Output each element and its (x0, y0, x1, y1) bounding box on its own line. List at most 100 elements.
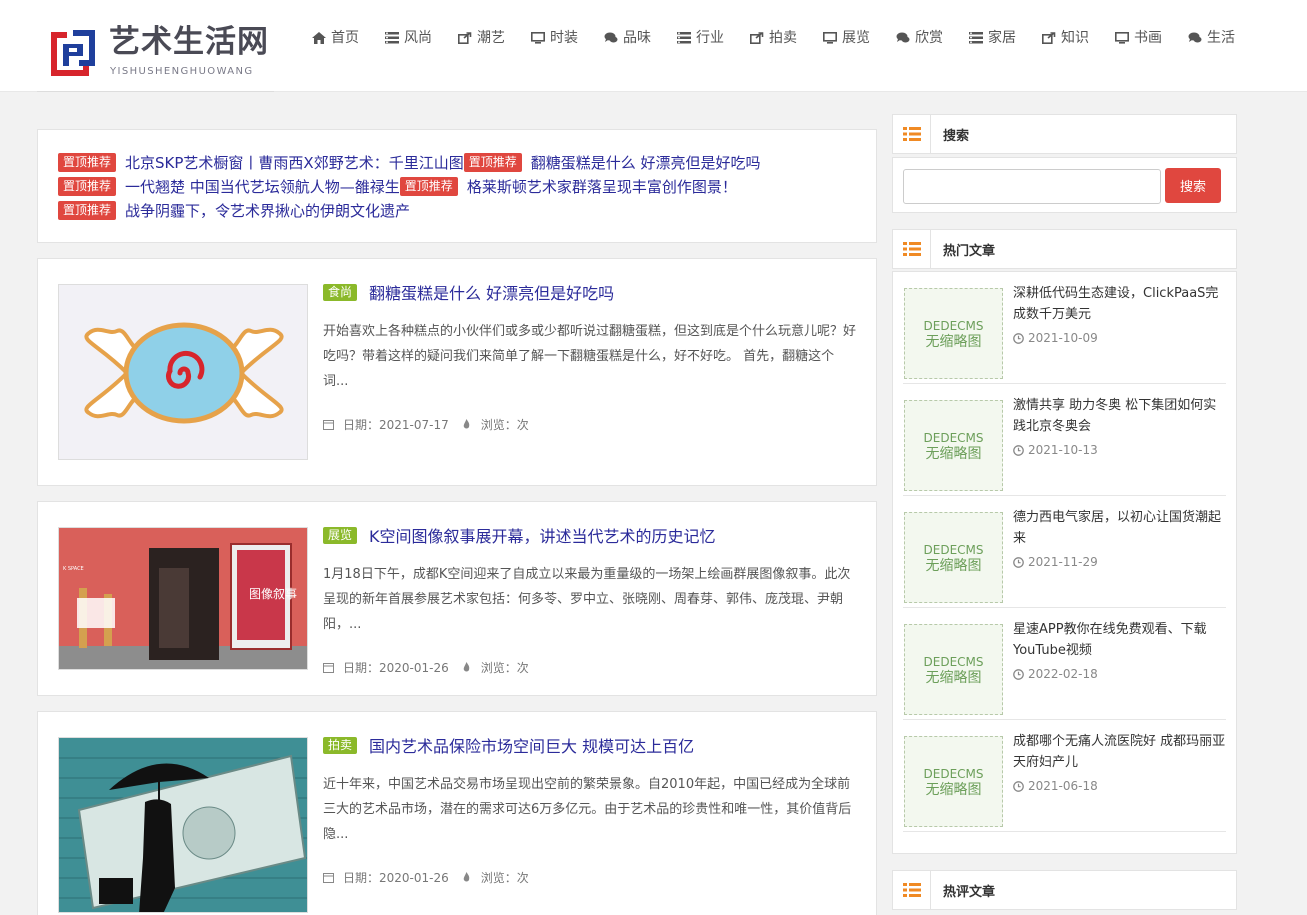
monitor-icon (531, 32, 545, 44)
article-date: 日期：2020-01-26 (343, 661, 449, 675)
article-title[interactable]: 国内艺术品保险市场空间巨大 规模可达上百亿 (369, 733, 694, 757)
nav-label: 知识 (1061, 30, 1089, 46)
nav-label: 生活 (1207, 30, 1235, 46)
hot-article-thumbnail[interactable]: DEDECMS 无缩略图 (904, 288, 1003, 379)
hot-article-item: DEDECMS 无缩略图 深耕低代码生态建设，ClickPaaS完成数千万美元 202… (903, 272, 1226, 384)
list-icon (893, 230, 931, 268)
nav-item[interactable]: 拍卖 (750, 28, 797, 48)
hot-article-title[interactable]: 激情共享 助力冬奥 松下集团如何实践北京冬奥会 (1013, 395, 1228, 437)
list-icon (677, 32, 691, 44)
thumb-placeholder-text: 无缩略图 (925, 781, 982, 798)
article-card: 拍卖 国内艺术品保险市场空间巨大 规模可达上百亿 近十年来，中国艺术品交易市场呈… (37, 711, 877, 915)
search-button[interactable]: 搜索 (1165, 168, 1221, 203)
thumb-placeholder-text: 无缩略图 (925, 445, 982, 462)
article-summary: 近十年来，中国艺术品交易市场呈现出空前的繁荣景象。自2010年起，中国已经成为全… (323, 777, 852, 842)
list-icon (893, 115, 931, 153)
clock-icon (1013, 780, 1024, 792)
article-meta: 日期：2020-01-26 浏览：次 (323, 659, 858, 676)
search-input[interactable] (903, 169, 1161, 204)
sticky-link[interactable]: 战争阴霾下，令艺术界揪心的伊朗文化遗产 (125, 200, 410, 221)
hot-article-item: DEDECMS 无缩略图 德力西电气家居，以初心让国货潮起来 2021-11-29 (903, 496, 1226, 608)
article-thumbnail[interactable]: 图像叙事 K SPACE (58, 527, 308, 670)
nav-item[interactable]: 风尚 (385, 28, 432, 48)
hot-articles-widget: DEDECMS 无缩略图 深耕低代码生态建设，ClickPaaS完成数千万美元 202… (892, 271, 1237, 854)
sticky-link[interactable]: 格莱斯顿艺术家群落呈现丰富创作图景！ (467, 176, 737, 197)
thumb-placeholder-text: DEDECMS (923, 654, 984, 669)
share-icon (458, 32, 472, 44)
hot-article-thumbnail[interactable]: DEDECMS 无缩略图 (904, 512, 1003, 603)
widget-title: 搜索 (943, 129, 970, 144)
article-title[interactable]: K空间图像叙事展开幕，讲述当代艺术的历史记忆 (369, 523, 716, 547)
share-icon (750, 32, 764, 44)
chat-icon (896, 32, 910, 44)
nav-label: 品味 (623, 30, 651, 46)
nav-item[interactable]: 生活 (1188, 28, 1235, 48)
sticky-tag: 置顶推荐 (58, 200, 117, 220)
nav-item[interactable]: 品味 (604, 28, 651, 48)
list-icon (893, 871, 931, 909)
hot-article-date: 2021-10-09 (1013, 331, 1098, 345)
category-tag[interactable]: 拍卖 (323, 736, 358, 754)
hot-article-title[interactable]: 深耕低代码生态建设，ClickPaaS完成数千万美元 (1013, 283, 1228, 325)
thumb-placeholder-text: 无缩略图 (925, 557, 982, 574)
gallery-entrance-image: 图像叙事 K SPACE (59, 528, 307, 669)
hot-article-title[interactable]: 成都哪个无痛人流医院好 成都玛丽亚天府妇产儿 (1013, 731, 1228, 773)
review-widget-header: 热评文章 (892, 870, 1237, 910)
nav-item[interactable]: 书画 (1115, 28, 1162, 48)
article-date: 日期：2020-01-26 (343, 871, 449, 885)
svg-text:K SPACE: K SPACE (63, 566, 84, 572)
article-title[interactable]: 翻糖蛋糕是什么 好漂亮但是好吃吗 (369, 280, 614, 304)
hot-article-item: DEDECMS 无缩略图 激情共享 助力冬奥 松下集团如何实践北京冬奥会 2021-1… (903, 384, 1226, 496)
nav-item[interactable]: 展览 (823, 28, 870, 48)
nav-item[interactable]: 家居 (969, 28, 1016, 48)
sticky-link[interactable]: 翻糖蛋糕是什么 好漂亮但是好吃吗 (531, 152, 761, 173)
clock-icon (1013, 332, 1024, 344)
nav-label: 书画 (1134, 30, 1162, 46)
thumb-placeholder-text: DEDECMS (923, 542, 984, 557)
site-logo[interactable]: 艺术生活网 YISHUSHENGHUOWANG (37, 0, 274, 92)
logo-mark-icon (51, 30, 95, 76)
nav-item[interactable]: 行业 (677, 28, 724, 48)
article-summary: 1月18日下午，成都K空间迎来了自成立以来最为重量级的一场架上绘画群展图像叙事。… (323, 567, 851, 632)
nav-label: 展览 (842, 30, 870, 46)
sticky-link[interactable]: 北京SKP艺术橱窗丨曹雨西X郊野艺术：千里江山图 (125, 152, 464, 173)
nav-item[interactable]: 潮艺 (458, 28, 505, 48)
site-header: 艺术生活网 YISHUSHENGHUOWANG 首页 风尚 潮艺 时装 品味 行业 拍卖 展览… (0, 0, 1307, 92)
nav-item[interactable]: 欣赏 (896, 28, 943, 48)
hot-article-date: 2021-11-29 (1013, 555, 1098, 569)
category-tag[interactable]: 食尚 (323, 283, 358, 301)
nav-label: 行业 (696, 30, 724, 46)
article-date: 日期：2021-07-17 (343, 418, 449, 432)
category-tag[interactable]: 展览 (323, 526, 358, 544)
sticky-link[interactable]: 一代翘楚 中国当代艺坛领航人物—雒禄生 (125, 176, 400, 197)
hot-article-thumbnail[interactable]: DEDECMS 无缩略图 (904, 736, 1003, 827)
hot-article-date-text: 2021-10-09 (1028, 331, 1098, 345)
nav-item[interactable]: 时装 (531, 28, 578, 48)
candy-cookie-image (59, 285, 307, 459)
hot-article-title[interactable]: 德力西电气家居，以初心让国货潮起来 (1013, 507, 1228, 549)
calendar-icon (323, 420, 334, 430)
hot-article-title[interactable]: 星速APP教你在线免费观看、下载YouTube视频 (1013, 619, 1228, 661)
nav-label: 潮艺 (477, 30, 505, 46)
nav-label: 欣赏 (915, 30, 943, 46)
monitor-icon (1115, 32, 1129, 44)
widget-title: 热评文章 (943, 885, 996, 900)
hot-article-date: 2021-10-13 (1013, 443, 1098, 457)
article-meta: 日期：2020-01-26 浏览：次 (323, 869, 858, 886)
nav-item[interactable]: 首页 (312, 28, 359, 48)
hot-article-thumbnail[interactable]: DEDECMS 无缩略图 (904, 400, 1003, 491)
chat-icon (604, 32, 618, 44)
sticky-line: 置顶推荐 北京SKP艺术橱窗丨曹雨西X郊野艺术：千里江山图 置顶推荐 翻糖蛋糕是… (58, 150, 856, 174)
hot-article-date: 2022-02-18 (1013, 667, 1098, 681)
list-icon (969, 32, 983, 44)
home-icon (312, 32, 326, 44)
thumb-placeholder-text: DEDECMS (923, 430, 984, 445)
hot-article-thumbnail[interactable]: DEDECMS 无缩略图 (904, 624, 1003, 715)
nav-item[interactable]: 知识 (1042, 28, 1089, 48)
sticky-tag: 置顶推荐 (463, 152, 522, 172)
article-meta: 日期：2021-07-17 浏览：次 (323, 416, 858, 433)
article-thumbnail[interactable] (58, 737, 308, 913)
hot-article-date-text: 2021-11-29 (1028, 555, 1098, 569)
widget-title: 热门文章 (943, 244, 996, 259)
article-thumbnail[interactable] (58, 284, 308, 460)
